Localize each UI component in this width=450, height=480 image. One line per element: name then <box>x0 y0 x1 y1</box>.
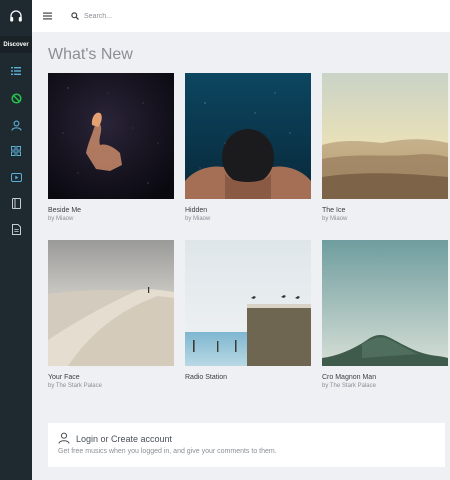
headphones-logo-icon[interactable] <box>0 0 32 32</box>
hamburger-menu-icon[interactable] <box>40 9 54 23</box>
album-title[interactable]: Radio Station <box>185 373 311 382</box>
album-cover-image[interactable] <box>322 73 448 199</box>
album-artist[interactable]: by The Stark Palace <box>48 382 174 391</box>
album-artist[interactable]: by Miaow <box>322 215 448 224</box>
top-bar <box>32 0 450 32</box>
list-icon[interactable] <box>0 61 32 81</box>
album-title[interactable]: The Ice <box>322 206 448 215</box>
login-create-account-link[interactable]: Login or Create account <box>76 434 172 444</box>
sidebar: Discover <box>0 0 32 480</box>
login-panel: Login or Create account Get free musics … <box>48 423 445 467</box>
album-card[interactable]: Radio Station <box>185 240 311 382</box>
discover-nav-item[interactable]: Discover <box>0 36 32 53</box>
search-icon <box>68 9 82 23</box>
album-title[interactable]: Hidden <box>185 206 311 215</box>
grid-icon[interactable] <box>0 141 32 161</box>
album-title[interactable]: Beside Me <box>48 206 174 215</box>
album-title[interactable]: Your Face <box>48 373 174 382</box>
album-card[interactable]: Cro Magnon Man by The Stark Palace <box>322 240 448 391</box>
search-input[interactable] <box>84 9 284 23</box>
album-card[interactable]: Your Face by The Stark Palace <box>48 240 174 391</box>
album-cover-image[interactable] <box>48 240 174 366</box>
album-artist[interactable]: by Miaow <box>48 215 174 224</box>
document-icon[interactable] <box>0 219 32 239</box>
album-cover-image[interactable] <box>185 240 311 366</box>
profile-icon[interactable] <box>0 115 32 135</box>
no-music-icon[interactable] <box>0 88 32 108</box>
video-icon[interactable] <box>0 167 32 187</box>
album-title[interactable]: Cro Magnon Man <box>322 373 448 382</box>
book-icon[interactable] <box>0 193 32 213</box>
album-cover-image[interactable] <box>322 240 448 366</box>
login-subtitle: Get free musics when you logged in, and … <box>58 448 277 455</box>
album-card[interactable]: The Ice by Miaow <box>322 73 448 224</box>
album-artist[interactable]: by Miaow <box>185 215 311 224</box>
user-icon <box>58 432 70 444</box>
album-card[interactable]: Hidden by Miaow <box>185 73 311 224</box>
album-cover-image[interactable] <box>185 73 311 199</box>
page-title: What's New <box>48 46 133 63</box>
album-card[interactable]: Beside Me by Miaow <box>48 73 174 224</box>
album-artist[interactable]: by The Stark Palace <box>322 382 448 391</box>
album-cover-image[interactable] <box>48 73 174 199</box>
discover-label: Discover <box>3 41 29 48</box>
